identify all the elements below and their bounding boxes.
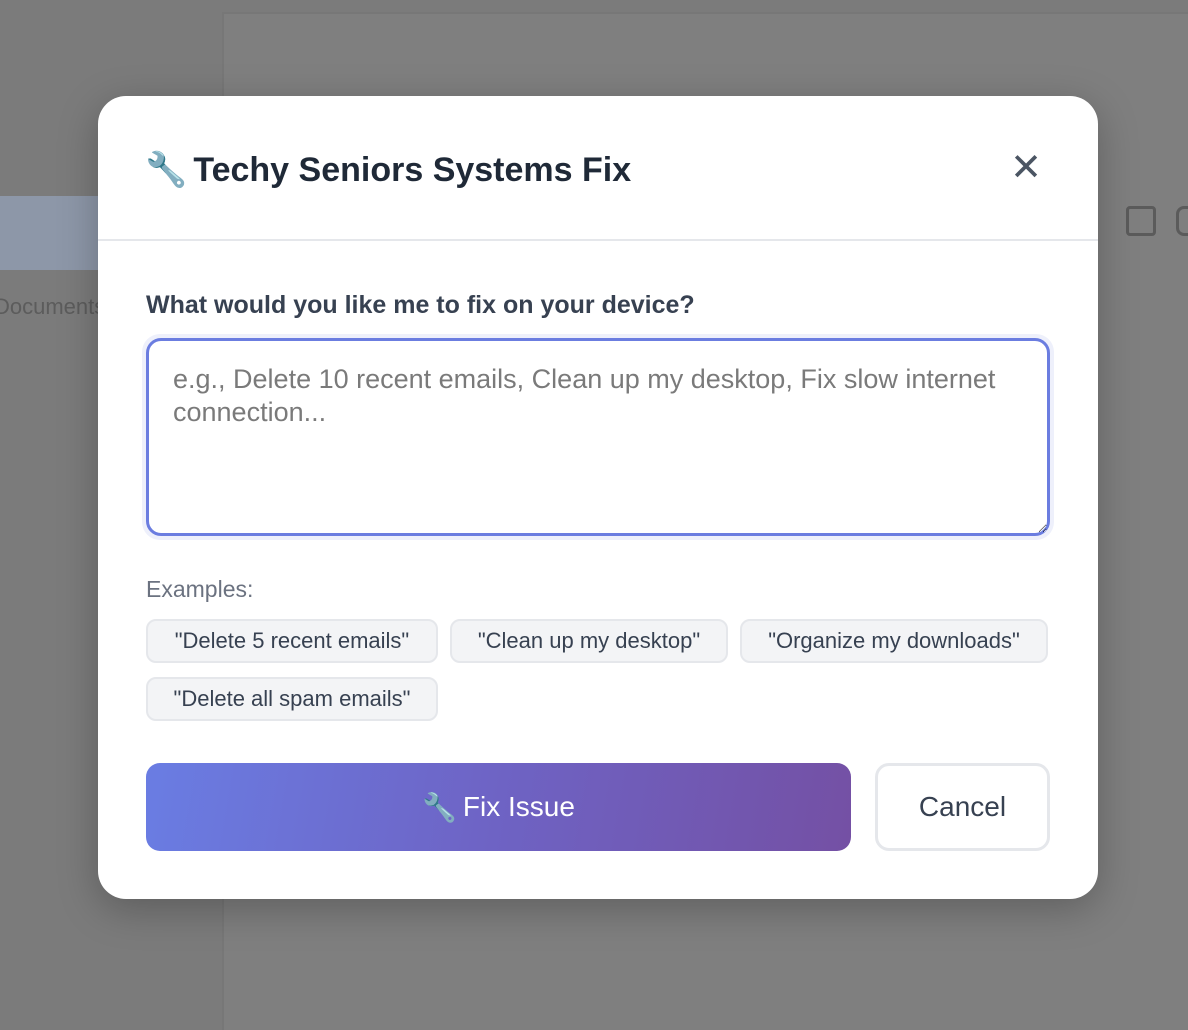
fix-issue-button[interactable]: 🔧 Fix Issue (146, 763, 851, 851)
examples-label: Examples: (146, 576, 254, 602)
background-sidebar-active-item (0, 196, 100, 270)
example-chip-delete-recent-emails[interactable]: "Delete 5 recent emails" (146, 619, 438, 663)
wrench-icon: 🔧 (145, 151, 188, 189)
dialog-title-text: Techy Seniors Systems Fix (193, 151, 632, 189)
background-calendar-icon (1126, 206, 1156, 236)
close-button[interactable]: ✕ (1006, 148, 1046, 188)
example-chip-clean-desktop[interactable]: "Clean up my desktop" (450, 619, 728, 663)
dialog-header: 🔧 Techy Seniors Systems Fix ✕ (98, 96, 1098, 241)
fix-request-focus-ring (142, 334, 1054, 540)
fix-request-textarea[interactable] (146, 338, 1050, 536)
close-icon: ✕ (1010, 147, 1042, 189)
background-sidebar-label: Documents (0, 294, 106, 319)
wrench-icon: 🔧 (422, 791, 457, 823)
fix-request-label: What would you like me to fix on your de… (146, 291, 695, 319)
background-toolbar-icon (1176, 206, 1188, 236)
example-chip-delete-spam-emails[interactable]: "Delete all spam emails" (146, 677, 438, 721)
fix-dialog: 🔧 Techy Seniors Systems Fix ✕ What would … (98, 96, 1098, 899)
example-chip-organize-downloads[interactable]: "Organize my downloads" (740, 619, 1048, 663)
fix-issue-label: Fix Issue (462, 791, 575, 822)
dialog-title: 🔧 Techy Seniors Systems Fix (145, 150, 631, 190)
cancel-button[interactable]: Cancel (875, 763, 1050, 851)
